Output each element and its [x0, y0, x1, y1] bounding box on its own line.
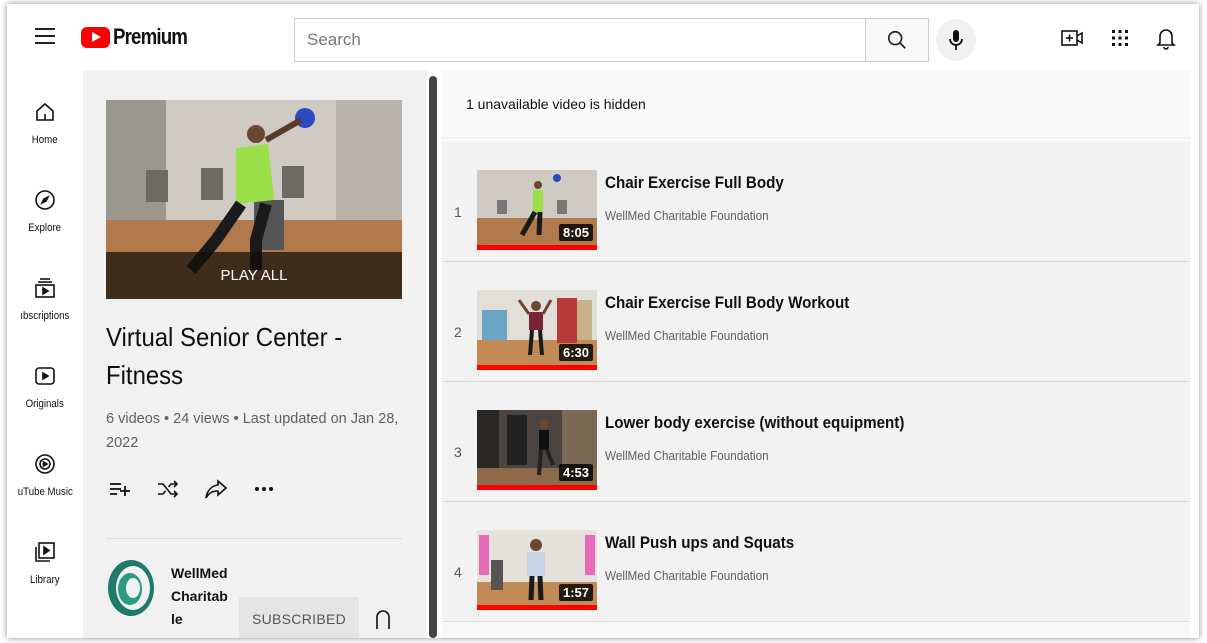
- nav-label: Originals: [25, 398, 65, 410]
- nav-item-subscriptions[interactable]: ıbscriptions: [7, 276, 83, 346]
- nav-item-library[interactable]: Library: [7, 540, 83, 610]
- search-icon: [887, 30, 906, 49]
- video-row[interactable]: 4 1:57 Wall Push ups and Squats WellMed …: [442, 502, 1190, 622]
- youtube-premium-logo[interactable]: Premium: [81, 24, 200, 50]
- scrollbar[interactable]: [429, 76, 437, 638]
- video-row[interactable]: 1 8:05 Chair Exercise Full Body WellMed …: [442, 142, 1190, 262]
- playlist-meta: 6 videos • 24 views • Last updated on Ja…: [106, 411, 399, 451]
- more-horizontal-icon: [255, 487, 273, 491]
- video-row[interactable]: 2 6:30 Chair Exercise Full Body Workout …: [442, 262, 1190, 382]
- video-camera-add-icon: [1061, 30, 1083, 46]
- share-icon: [205, 479, 227, 499]
- playlist-video-list: 1 unavailable video is hidden 1 8:05 Cha…: [442, 70, 1190, 638]
- top-bar: Premium: [7, 4, 1199, 70]
- bell-icon: [376, 610, 390, 629]
- play-all-button[interactable]: PLAY ALL: [106, 252, 402, 299]
- channel-notifications-button[interactable]: [373, 607, 393, 631]
- video-duration: 4:53: [558, 464, 593, 481]
- subscribed-button[interactable]: SUBSCRIBED: [239, 597, 359, 638]
- watch-progress-bar: [477, 605, 597, 610]
- nav-label: Explore: [28, 222, 62, 234]
- compass-icon: [33, 188, 57, 212]
- video-title[interactable]: Chair Exercise Full Body Workout: [605, 294, 849, 313]
- add-to-playlist-icon: [110, 483, 130, 496]
- playlist-actions: [106, 475, 298, 505]
- shuffle-icon: [158, 480, 179, 498]
- library-icon: [33, 540, 57, 564]
- nav-label: Library: [30, 574, 60, 586]
- video-row[interactable]: 3 4:53 Lower body exercise (without equi…: [442, 382, 1190, 502]
- channel-name[interactable]: WellMed Charitab le: [171, 562, 241, 631]
- shuffle-button[interactable]: [154, 475, 182, 503]
- video-index: 1: [454, 204, 462, 220]
- logo-text: Premium: [113, 24, 188, 49]
- video-duration: 8:05: [558, 224, 593, 241]
- video-thumbnail[interactable]: 1:57: [477, 530, 597, 610]
- video-index: 3: [454, 444, 462, 460]
- apps-grid-icon: [1112, 30, 1128, 46]
- video-thumbnail[interactable]: 6:30: [477, 290, 597, 370]
- playlist-thumbnail[interactable]: PLAY ALL: [106, 100, 402, 299]
- watch-progress-bar: [477, 365, 597, 370]
- nav-item-explore[interactable]: Explore: [7, 188, 83, 258]
- search-button[interactable]: [865, 18, 929, 62]
- nav-item-originals[interactable]: Originals: [7, 364, 83, 434]
- nav-label: Home: [32, 134, 58, 146]
- video-duration: 1:57: [558, 584, 593, 601]
- video-duration: 6:30: [558, 344, 593, 361]
- left-nav: Home Explore ıbscriptions Originals uTub…: [7, 70, 83, 638]
- youtube-play-icon: [81, 26, 110, 48]
- watch-progress-bar: [477, 245, 597, 250]
- video-thumbnail[interactable]: 8:05: [477, 170, 597, 250]
- mic-icon: [949, 30, 963, 50]
- channel-avatar[interactable]: [106, 558, 156, 618]
- video-title[interactable]: Lower body exercise (without equipment): [605, 414, 904, 433]
- voice-search-button[interactable]: [936, 19, 976, 61]
- playlist-sidebar: PLAY ALL Virtual Senior Center - Fitness…: [83, 70, 427, 638]
- share-button[interactable]: [202, 475, 230, 503]
- video-channel[interactable]: WellMed Charitable Foundation: [605, 328, 769, 343]
- music-icon: [33, 452, 57, 476]
- notifications-button[interactable]: [1153, 26, 1179, 50]
- nav-label: ıbscriptions: [20, 310, 70, 322]
- video-channel[interactable]: WellMed Charitable Foundation: [605, 448, 769, 463]
- more-options-button[interactable]: [250, 475, 278, 503]
- playlist-title: Virtual Senior Center - Fitness: [106, 322, 343, 390]
- home-icon: [33, 100, 57, 124]
- video-title[interactable]: Chair Exercise Full Body: [605, 174, 784, 193]
- menu-icon[interactable]: [35, 28, 55, 44]
- nav-label: uTube Music: [17, 486, 73, 498]
- app-window: Premium Home Explore: [7, 4, 1199, 638]
- video-index: 2: [454, 324, 462, 340]
- add-to-queue-button[interactable]: [106, 475, 134, 503]
- video-index: 4: [454, 564, 462, 580]
- video-thumbnail[interactable]: 4:53: [477, 410, 597, 490]
- video-channel[interactable]: WellMed Charitable Foundation: [605, 208, 769, 223]
- subscriptions-icon: [33, 276, 57, 300]
- video-channel[interactable]: WellMed Charitable Foundation: [605, 568, 769, 583]
- wellmed-logo-icon: [108, 560, 154, 616]
- video-title[interactable]: Wall Push ups and Squats: [605, 534, 794, 553]
- create-video-button[interactable]: [1059, 26, 1085, 50]
- nav-item-youtube-music[interactable]: uTube Music: [7, 452, 83, 522]
- nav-item-home[interactable]: Home: [7, 100, 83, 170]
- watch-progress-bar: [477, 485, 597, 490]
- search-input[interactable]: [294, 18, 866, 62]
- bell-icon: [1156, 29, 1176, 50]
- apps-button[interactable]: [1107, 26, 1133, 50]
- divider: [106, 538, 402, 539]
- hidden-videos-notice: 1 unavailable video is hidden: [442, 70, 1190, 138]
- originals-icon: [33, 364, 57, 388]
